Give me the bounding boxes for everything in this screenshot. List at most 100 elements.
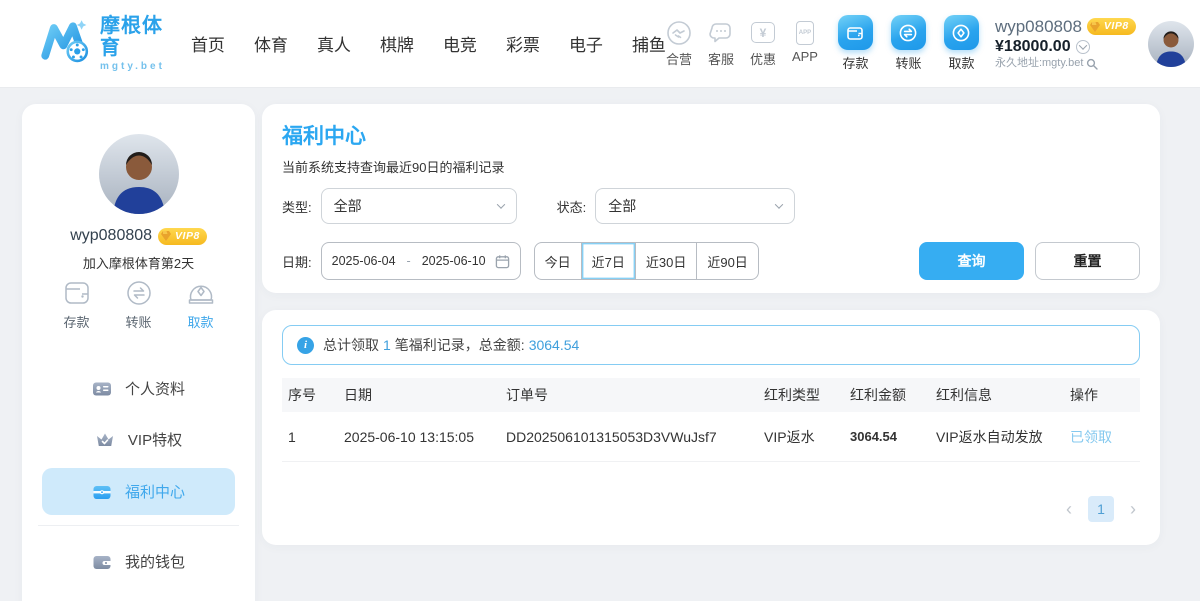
date-end[interactable]: 2025-06-10 (422, 254, 486, 268)
brand-logo[interactable]: 摩根体育 mgty.bet (40, 15, 165, 72)
profile-username: wyp080808 (70, 227, 152, 245)
cell-index: 1 (282, 429, 338, 445)
user-info[interactable]: wyp080808 VIP8 ¥18000.00 永久地址:mgty.bet (995, 16, 1136, 71)
sidebar-item-vip[interactable]: VIP特权 (22, 414, 255, 465)
balance-amount: ¥18000.00 (995, 37, 1071, 57)
withdraw-diamond-icon (944, 15, 979, 50)
summary-text: 总计领取1笔福利记录，总金额:3064.54 (323, 335, 583, 355)
date-range-input[interactable]: 2025-06-04 - 2025-06-10 (321, 242, 521, 280)
brand-name: 摩根体育 (100, 15, 165, 59)
page: 摩根体育 mgty.bet 首页 体育 真人 棋牌 电竞 彩票 电子 捕鱼 (0, 0, 1200, 601)
gift-box-icon (92, 482, 112, 502)
joined-days-text: 加入摩根体育第2天 (83, 253, 194, 272)
type-select[interactable]: 全部 (321, 188, 517, 224)
sidebar-item-wallet[interactable]: 我的钱包 (22, 536, 255, 587)
col-order-no: 订单号 (500, 385, 758, 405)
welfare-results-card: i 总计领取1笔福利记录，总金额:3064.54 序号 日期 订单号 红利类型 … (262, 310, 1160, 545)
transfer-arrows-icon (124, 278, 154, 308)
nav-item-sports[interactable]: 体育 (254, 31, 288, 56)
col-index: 序号 (282, 385, 338, 405)
sidebar-item-profile[interactable]: 个人资料 (22, 363, 255, 414)
deposit-button[interactable]: 存款 (838, 15, 873, 72)
vip-badge: VIP8 (1087, 18, 1136, 35)
crown-icon (95, 430, 115, 450)
sidebar-item-welfare-center[interactable]: 福利中心 (42, 468, 235, 515)
cell-date: 2025-06-10 13:15:05 (338, 429, 500, 445)
nav-item-home[interactable]: 首页 (191, 31, 225, 56)
summary-banner: i 总计领取1笔福利记录，总金额:3064.54 (282, 325, 1140, 365)
app-download-button[interactable]: APP APP (792, 20, 818, 68)
wallet-icon (92, 552, 112, 572)
cell-bonus-info: VIP返水自动发放 (930, 427, 1064, 447)
partners-label: 合营 (666, 49, 692, 68)
pagination-page-1[interactable]: 1 (1088, 496, 1114, 522)
transfer-button[interactable]: 转账 (891, 15, 926, 72)
summary-amount: 3064.54 (529, 337, 580, 353)
date-start[interactable]: 2025-06-04 (332, 254, 396, 268)
welfare-filter-card: 福利中心 当前系统支持查询最近90日的福利记录 类型: 全部 状态: 全部 日期… (262, 104, 1160, 293)
welfare-table: 序号 日期 订单号 红利类型 红利金额 红利信息 操作 1 2025-06-10… (282, 378, 1140, 462)
query-button[interactable]: 查询 (919, 242, 1024, 280)
nav-item-lottery[interactable]: 彩票 (506, 31, 540, 56)
table-row: 1 2025-06-10 13:15:05 DD202506101315053D… (282, 412, 1140, 462)
sidebar-quick-actions: 存款 转账 取款 (62, 278, 216, 331)
search-icon[interactable] (1086, 58, 1098, 70)
deposit-wallet-icon (838, 15, 873, 50)
calendar-icon (495, 254, 510, 269)
nav-item-esports[interactable]: 电竞 (443, 31, 477, 56)
customer-service-label: 客服 (708, 49, 734, 68)
range-7days-button[interactable]: 近7日 (582, 243, 636, 279)
sidebar-deposit-button[interactable]: 存款 (62, 278, 92, 331)
type-filter-label: 类型: (282, 197, 312, 216)
pagination-next-icon[interactable]: › (1130, 500, 1136, 518)
brand-m-football-icon (40, 15, 92, 72)
user-avatar[interactable] (1148, 21, 1194, 67)
sidebar-transfer-button[interactable]: 转账 (124, 278, 154, 331)
transfer-label: 转账 (895, 53, 921, 72)
customer-service-button[interactable]: 客服 (708, 20, 734, 68)
partners-button[interactable]: 合营 (666, 20, 692, 68)
coupon-yen-icon: ¥ (750, 20, 776, 46)
nav-item-chess[interactable]: 棋牌 (380, 31, 414, 56)
balance-dropdown-icon[interactable] (1076, 40, 1090, 54)
sidebar-withdraw-button[interactable]: 取款 (186, 278, 216, 331)
filter-row-selects: 类型: 全部 状态: 全部 (282, 188, 1140, 224)
id-card-icon (92, 379, 112, 399)
sidebar-menu: 个人资料 VIP特权 福利中心 (22, 363, 255, 601)
customer-service-icon (708, 20, 734, 46)
promotions-label: 优惠 (750, 49, 776, 68)
withdraw-label: 取款 (948, 53, 974, 72)
header-right: 合营 客服 ¥ (666, 15, 1194, 72)
range-30days-button[interactable]: 近30日 (636, 243, 697, 279)
range-90days-button[interactable]: 近90日 (697, 243, 757, 279)
summary-count: 1 (383, 337, 391, 353)
page-subtitle: 当前系统支持查询最近90日的福利记录 (282, 157, 1140, 176)
col-bonus-amount: 红利金额 (844, 385, 930, 405)
cell-order-no: DD202506101315053D3VWuJsf7 (500, 429, 758, 445)
nav-item-fishing[interactable]: 捕鱼 (632, 31, 666, 56)
brand-domain: mgty.bet (100, 61, 165, 72)
sidebar-item-transactions[interactable]: 交易记录 (22, 587, 255, 601)
status-select[interactable]: 全部 (595, 188, 795, 224)
profile-vip-badge: VIP8 (158, 228, 207, 245)
promotions-button[interactable]: ¥ 优惠 (750, 20, 776, 68)
deposit-wallet-icon (62, 278, 92, 308)
pagination-prev-icon[interactable]: ‹ (1066, 500, 1072, 518)
table-header-row: 序号 日期 订单号 红利类型 红利金额 红利信息 操作 (282, 378, 1140, 412)
nav-item-slots[interactable]: 电子 (569, 31, 603, 56)
withdraw-button[interactable]: 取款 (944, 15, 979, 72)
date-separator: - (407, 254, 411, 268)
page-title: 福利中心 (282, 120, 1140, 150)
nav-item-live-casino[interactable]: 真人 (317, 31, 351, 56)
transfer-arrows-icon (891, 15, 926, 50)
profile-avatar[interactable] (99, 134, 179, 214)
date-filter-label: 日期: (282, 252, 312, 271)
filter-row-date: 日期: 2025-06-04 - 2025-06-10 今日 近7日 近30日 … (282, 242, 1140, 280)
date-quick-ranges: 今日 近7日 近30日 近90日 (534, 242, 759, 280)
pagination: ‹ 1 › (282, 496, 1140, 522)
reset-button[interactable]: 重置 (1035, 242, 1140, 280)
main-nav: 首页 体育 真人 棋牌 电竞 彩票 电子 捕鱼 (191, 31, 666, 56)
range-today-button[interactable]: 今日 (535, 243, 582, 279)
mobile-app-icon: APP (792, 20, 818, 46)
col-bonus-type: 红利类型 (758, 385, 844, 405)
